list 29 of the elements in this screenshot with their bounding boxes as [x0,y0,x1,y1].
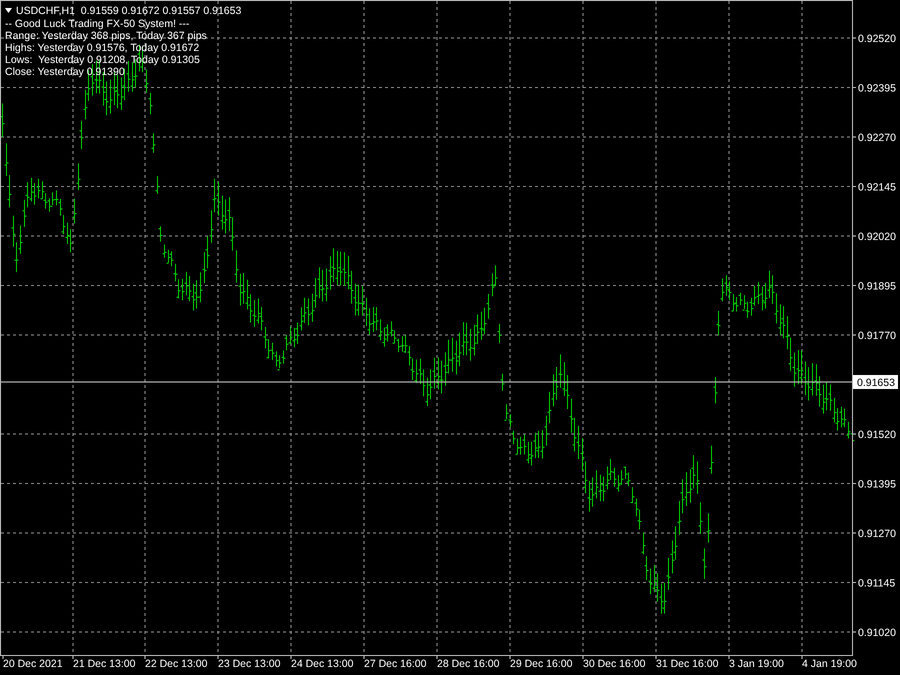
time-axis-label: 23 Dec 13:00 [218,658,280,670]
time-axis-label: 27 Dec 16:00 [364,658,426,670]
price-axis-label: 0.91270 [858,528,896,540]
price-axis-label: 0.92270 [858,132,896,144]
dropdown-triangle-icon[interactable] [5,8,12,13]
time-axis-label: 21 Dec 13:00 [73,658,136,670]
current-price-label: 0.91653 [853,375,898,389]
time-axis-label: 22 Dec 13:00 [145,658,208,670]
time-axis-label: 24 Dec 13:00 [291,658,354,670]
price-axis-label: 0.91520 [858,429,896,441]
time-axis-label: 4 Jan 19:00 [802,658,857,670]
time-axis-label: 31 Dec 16:00 [656,658,718,670]
price-axis-label: 0.92395 [858,82,896,94]
time-axis-label: 30 Dec 16:00 [583,658,646,670]
price-axis-label: 0.91895 [858,280,896,292]
time-axis-label: 3 Jan 19:00 [729,658,784,670]
indicator-info-line: Range: Yesterday 368 pips, Today 367 pips [5,30,207,42]
price-axis-label: 0.92020 [858,231,896,243]
time-axis-label: 20 Dec 2021 [3,658,63,670]
price-axis-label: 0.92520 [858,33,896,45]
price-axis-label: 0.91145 [858,578,896,590]
price-axis-label: 0.91770 [858,330,896,342]
price-axis-label: 0.91395 [858,478,896,490]
time-axis-label: 29 Dec 16:00 [510,658,572,670]
price-axis-label: 0.92145 [858,182,896,194]
chart-symbol-header: USDCHF,H1 0.91559 0.91672 0.91557 0.91653 [16,5,242,17]
time-axis-label: 28 Dec 16:00 [437,658,500,670]
price-axis-label: 0.91020 [858,627,896,639]
indicator-info-line: -- Good Luck Trading FX-50 System! --- [5,18,190,30]
